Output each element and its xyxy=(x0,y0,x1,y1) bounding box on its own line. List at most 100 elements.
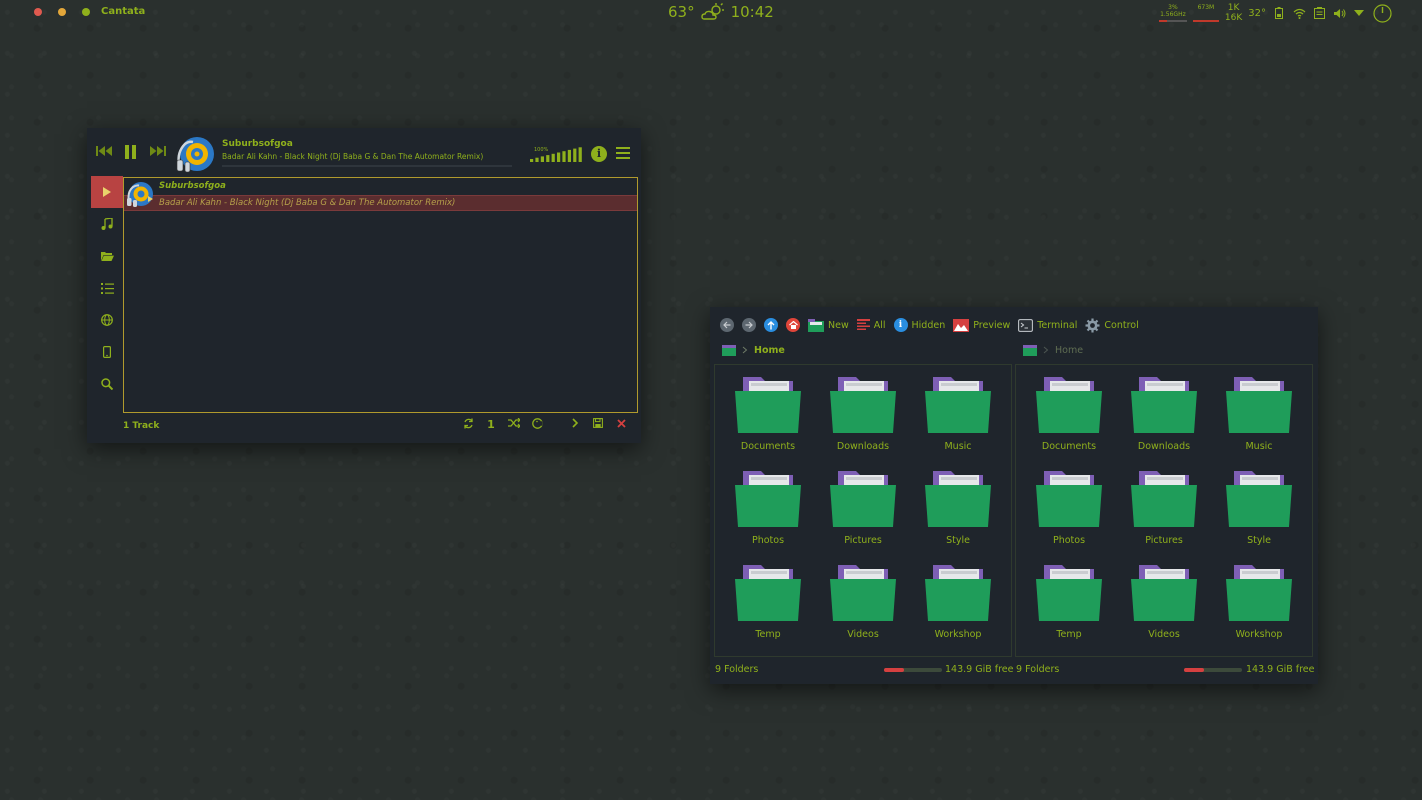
folder-label: Style xyxy=(946,535,970,546)
clipboard-icon[interactable] xyxy=(1312,6,1326,20)
folder-item[interactable]: Pictures xyxy=(810,459,900,553)
track-progress-slider[interactable] xyxy=(222,165,512,167)
shuffle-icon xyxy=(508,417,521,429)
sidebar-item-playlists[interactable] xyxy=(91,272,123,304)
info-icon[interactable]: i xyxy=(591,146,607,162)
folder-item[interactable]: Videos xyxy=(810,553,900,647)
queue-group-header[interactable]: Suburbsofgoa xyxy=(124,178,637,195)
folder-grid: Documents Downloads Music Photos Pictures Sty… xyxy=(1015,364,1313,657)
folder-label: Music xyxy=(1245,441,1273,452)
clear-queue-button[interactable] xyxy=(614,418,628,432)
folder-item[interactable]: Downloads xyxy=(1111,365,1201,459)
select-all-icon xyxy=(856,319,870,330)
folder-item[interactable]: Music xyxy=(905,365,995,459)
sidebar-item-library[interactable] xyxy=(91,208,123,240)
breadcrumb-home[interactable]: Home xyxy=(1055,345,1083,356)
pause-icon xyxy=(125,145,136,159)
forward-button[interactable] xyxy=(742,318,756,332)
volume-bar xyxy=(535,157,539,162)
toolbar-spacer xyxy=(553,418,559,432)
all-button[interactable]: All xyxy=(856,319,886,331)
folder-item[interactable]: Photos xyxy=(715,459,805,553)
clock-weather[interactable]: 63° 10:42 xyxy=(668,3,774,21)
cpu-monitor[interactable]: 3% 1.56GHz xyxy=(1158,4,1187,22)
control-button[interactable]: Control xyxy=(1085,318,1139,333)
cpu-temperature[interactable]: 32° xyxy=(1248,8,1266,19)
memory-monitor[interactable]: 673M xyxy=(1192,4,1219,22)
folder-item[interactable]: Documents xyxy=(1016,365,1106,459)
active-app-title: Cantata xyxy=(101,6,146,17)
folder-label: Videos xyxy=(847,629,879,640)
folder-icon xyxy=(1226,471,1292,527)
folder-item[interactable]: Style xyxy=(1206,459,1296,553)
minimize-window-button[interactable] xyxy=(58,8,66,16)
weather-temperature: 63° xyxy=(668,3,695,21)
hamburger-menu-icon[interactable] xyxy=(616,147,630,159)
breadcrumb-home[interactable]: Home xyxy=(754,345,785,356)
folder-item[interactable]: Temp xyxy=(1016,553,1106,647)
hidden-button[interactable]: i Hidden xyxy=(893,318,946,332)
terminal-button[interactable]: Terminal xyxy=(1018,318,1077,332)
power-icon[interactable] xyxy=(1372,3,1392,23)
image-preview-icon xyxy=(953,318,970,332)
sidebar-item-play-queue[interactable] xyxy=(91,176,123,208)
previous-track-button[interactable] xyxy=(96,145,114,160)
folder-item[interactable]: Documents xyxy=(715,365,805,459)
right-free-space: 143.9 GiB free xyxy=(1246,664,1315,675)
folder-item[interactable]: Workshop xyxy=(1206,553,1296,647)
folder-label: Temp xyxy=(1056,629,1082,640)
queue-album-cover xyxy=(127,182,153,207)
hidden-button-label: Hidden xyxy=(911,319,946,331)
single-mode-button[interactable]: 1 xyxy=(484,418,498,432)
sidebar-item-folders[interactable] xyxy=(91,240,123,272)
net-upload: 1K xyxy=(1227,3,1240,13)
folder-label: Pictures xyxy=(844,535,882,546)
maximize-window-button[interactable] xyxy=(82,8,90,16)
folder-item[interactable]: Style xyxy=(905,459,995,553)
search-icon xyxy=(101,378,113,390)
pause-button[interactable] xyxy=(124,145,138,162)
left-pane: Home Documents Downloads Music Photos Pictur… xyxy=(714,339,1012,657)
folder-icon xyxy=(925,377,991,433)
repeat-button[interactable] xyxy=(461,418,475,432)
close-window-button[interactable] xyxy=(34,8,42,16)
sidebar-item-internet[interactable] xyxy=(91,304,123,336)
expand-button[interactable] xyxy=(568,418,582,432)
up-button[interactable] xyxy=(764,318,778,332)
arrow-up-icon xyxy=(767,320,775,329)
sidebar-item-devices[interactable] xyxy=(91,336,123,368)
net-download: 16K xyxy=(1224,13,1243,23)
volume-bar xyxy=(530,159,534,162)
breadcrumb: Home xyxy=(1015,339,1313,361)
folder-item[interactable]: Workshop xyxy=(905,553,995,647)
next-track-button[interactable] xyxy=(148,145,166,160)
left-status: 9 Folders xyxy=(715,664,759,675)
all-button-label: All xyxy=(873,319,886,331)
network-monitor[interactable]: 1K 16K xyxy=(1225,3,1242,23)
caret-down-icon[interactable] xyxy=(1352,6,1366,20)
preview-button[interactable]: Preview xyxy=(953,318,1010,332)
wifi-icon[interactable] xyxy=(1292,6,1306,20)
folder-icon xyxy=(830,565,896,621)
back-button[interactable] xyxy=(720,318,734,332)
queue-track-row[interactable]: Badar Ali Kahn - Black Night (Dj Baba G … xyxy=(124,195,637,211)
play-queue[interactable]: Suburbsofgoa Badar Ali Kahn - Black Nigh… xyxy=(123,177,638,413)
folder-item[interactable]: Downloads xyxy=(810,365,900,459)
folder-item[interactable]: Photos xyxy=(1016,459,1106,553)
folder-item[interactable]: Temp xyxy=(715,553,805,647)
gear-icon xyxy=(1085,318,1100,332)
volume-bar xyxy=(562,151,566,162)
consume-button[interactable] xyxy=(530,418,544,432)
home-button[interactable] xyxy=(786,318,800,332)
new-button[interactable]: New xyxy=(808,318,849,332)
save-playlist-button[interactable] xyxy=(591,418,605,432)
volume-icon[interactable] xyxy=(1332,6,1346,20)
shuffle-button[interactable] xyxy=(507,417,521,432)
folder-item[interactable]: Pictures xyxy=(1111,459,1201,553)
folder-item[interactable]: Videos xyxy=(1111,553,1201,647)
battery-icon[interactable] xyxy=(1272,6,1286,20)
left-free-space: 143.9 GiB free xyxy=(945,664,1014,675)
sidebar-item-search[interactable] xyxy=(91,368,123,400)
folder-item[interactable]: Music xyxy=(1206,365,1296,459)
arrow-right-icon xyxy=(745,321,753,329)
